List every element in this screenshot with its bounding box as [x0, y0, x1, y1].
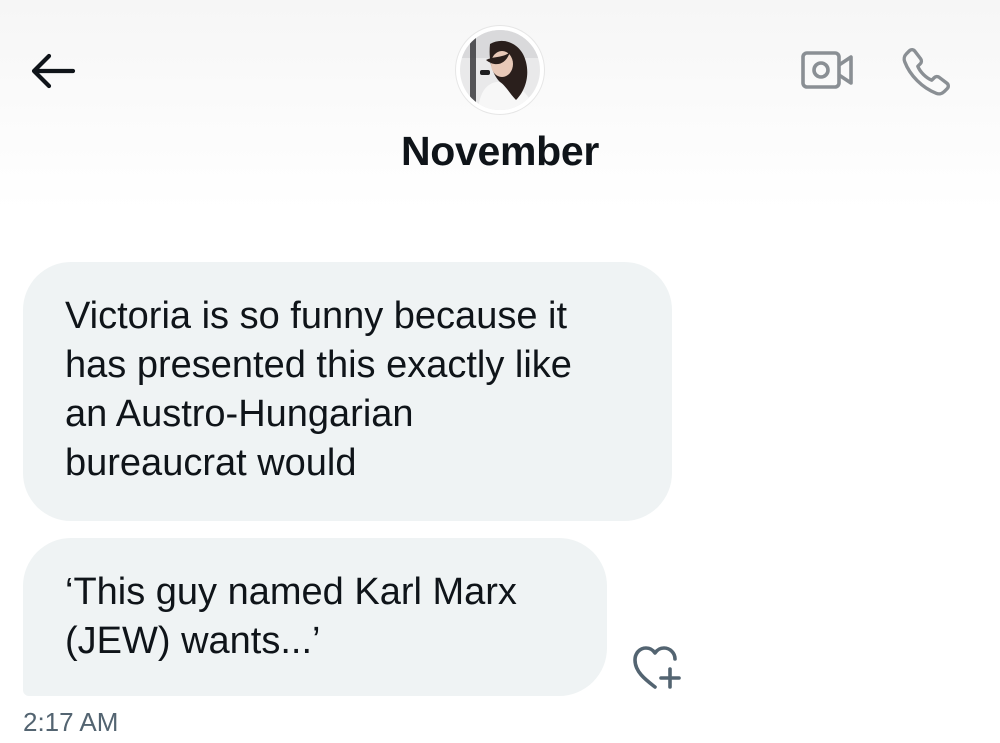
- video-camera-icon: [801, 51, 853, 89]
- conversation-header: November: [0, 0, 1000, 210]
- message-bubble[interactable]: ‘This guy named Karl Marx (JEW) wants...…: [23, 538, 607, 696]
- back-button[interactable]: [22, 46, 82, 96]
- phone-icon: [902, 48, 950, 96]
- heart-plus-icon: [633, 646, 681, 689]
- add-reaction-button[interactable]: [626, 640, 688, 696]
- avatar[interactable]: [456, 26, 544, 114]
- dm-conversation-screen: November Victoria is so funny because it…: [0, 0, 1000, 743]
- conversation-title: November: [400, 128, 600, 174]
- arrow-left-icon: [31, 53, 76, 89]
- message-bubble[interactable]: Victoria is so funny because it has pres…: [23, 262, 672, 521]
- voice-call-button[interactable]: [896, 40, 958, 102]
- message-timestamp: 2:17 AM: [23, 707, 119, 737]
- video-call-button[interactable]: [796, 44, 858, 98]
- avatar-photo: [460, 30, 540, 110]
